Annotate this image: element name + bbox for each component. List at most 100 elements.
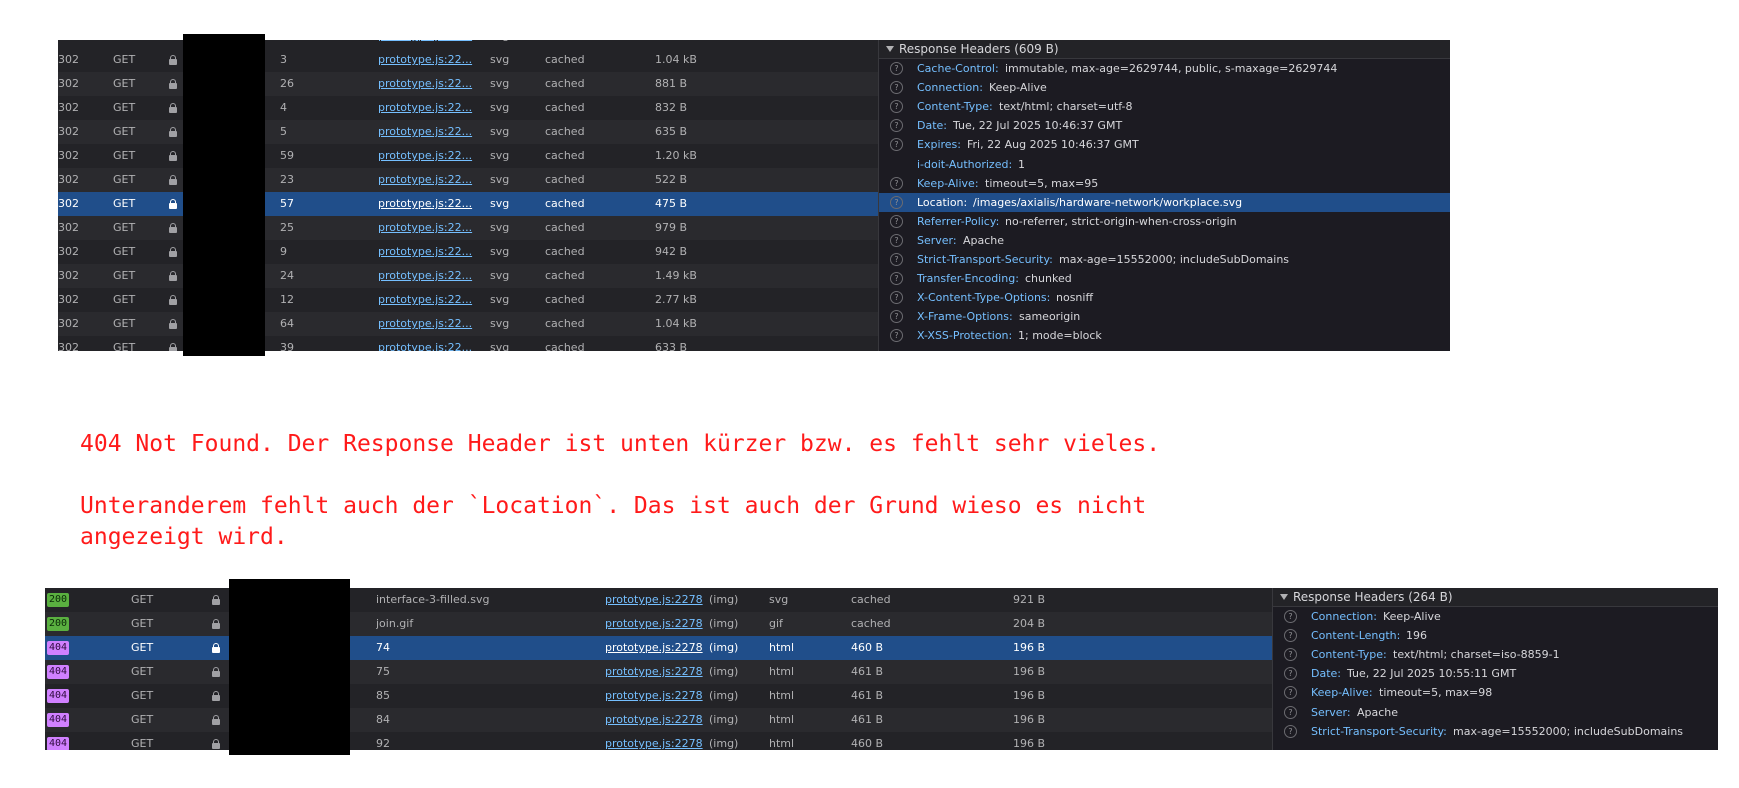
header-row: ? Server: Apache	[879, 231, 1450, 250]
initiator-link[interactable]: prototype.js:22...	[378, 120, 473, 144]
help-icon[interactable]: ?	[890, 138, 903, 152]
type-cell: svg	[490, 173, 510, 186]
lock-body	[169, 323, 177, 329]
header-name: Strict-Transport-Security:	[917, 253, 1053, 266]
lock-body	[212, 647, 220, 653]
caret-down-icon	[886, 46, 894, 52]
table-row[interactable]: 302 GET 26 prototype.js:22... svg cached 881 B	[58, 72, 878, 96]
transferred-cell: cached	[545, 125, 585, 138]
header-name: i-doit-Authorized:	[917, 157, 1013, 171]
initiator-link[interactable]: prototype.js:22...	[378, 96, 473, 120]
file-cell: interface-3-filled.svg	[376, 593, 490, 606]
transferred-cell: 460 B	[851, 737, 884, 750]
table-row[interactable]: 302 GET 64 prototype.js:22... svg cached 1.04 …	[58, 312, 878, 336]
initiator-link[interactable]: prototype.js:2278	[605, 612, 705, 636]
header-name: Content-Type:	[1311, 648, 1387, 662]
help-icon[interactable]: ?	[890, 253, 903, 266]
initiator-link[interactable]: prototype.js:22...	[378, 48, 473, 72]
help-icon[interactable]: ?	[1284, 705, 1297, 719]
help-icon[interactable]: ?	[890, 329, 903, 343]
file-cell: 12	[280, 293, 294, 306]
header-row: ? Connection: Keep-Alive	[879, 78, 1450, 97]
table-row[interactable]: 302 GET 39 prototype.js:22... svg cached 633 B	[58, 336, 878, 351]
response-headers-toggle[interactable]: Response Headers (609 B)	[879, 40, 1450, 59]
status-code: 302	[58, 197, 79, 210]
type-cell: svg	[490, 101, 510, 114]
initiator-link[interactable]: prototype.js:22...	[378, 312, 473, 336]
help-icon[interactable]: ?	[890, 214, 903, 228]
method-cell: GET	[113, 341, 136, 351]
help-icon[interactable]: ?	[1284, 724, 1297, 738]
help-icon[interactable]: ?	[890, 62, 903, 75]
table-row[interactable]: 302 GET 23 prototype.js:22... svg cached 522 B	[58, 168, 878, 192]
lock-body	[169, 347, 177, 351]
size-cell: 979 B	[655, 221, 688, 234]
help-icon[interactable]: ?	[890, 272, 903, 286]
table-row[interactable]: prototype.js:22... svg	[58, 40, 878, 48]
table-row[interactable]: 302 GET 12 prototype.js:22... svg cached 2.77 …	[58, 288, 878, 312]
initiator-link[interactable]: prototype.js:22...	[378, 288, 473, 312]
table-row[interactable]: 302 GET 24 prototype.js:22... svg cached 1.49 …	[58, 264, 878, 288]
initiator-link[interactable]: prototype.js:2278	[605, 708, 705, 732]
header-name: Strict-Transport-Security:	[1311, 724, 1447, 738]
initiator-link[interactable]: prototype.js:2278	[605, 684, 705, 708]
header-row: ? Content-Type: text/html; charset=iso-885…	[1273, 645, 1718, 664]
table-row[interactable]: 302 GET 9 prototype.js:22... svg cached 942 B	[58, 240, 878, 264]
initiator-link[interactable]: prototype.js:22...	[378, 216, 473, 240]
initiator-link[interactable]: prototype.js:22...	[378, 144, 473, 168]
table-row[interactable]: 302 GET 4 prototype.js:22... svg cached 832 B	[58, 96, 878, 120]
header-value: Fri, 22 Aug 2025 10:46:37 GMT	[967, 138, 1139, 152]
lock-icon	[169, 103, 177, 113]
lock-body	[169, 131, 177, 137]
help-icon[interactable]: ?	[890, 176, 903, 190]
response-headers-toggle[interactable]: Response Headers (264 B)	[1273, 588, 1718, 607]
lock-body	[212, 623, 220, 629]
lock-icon	[169, 223, 177, 233]
table-row[interactable]: 302 GET 59 prototype.js:22... svg cached 1.20 …	[58, 144, 878, 168]
initiator-link[interactable]: prototype.js:2278	[605, 636, 705, 660]
lock-body	[212, 599, 220, 605]
initiator-link[interactable]: prototype.js:22...	[378, 192, 473, 216]
transferred-cell: cached	[545, 341, 585, 351]
help-icon[interactable]: ?	[1284, 610, 1297, 623]
initiator-link[interactable]: prototype.js:22...	[378, 168, 473, 192]
table-row[interactable]: 302 GET 25 prototype.js:22... svg cached 979 B	[58, 216, 878, 240]
lock-icon	[169, 319, 177, 329]
table-row[interactable]: 302 GET 3 prototype.js:22... svg cached 1.04 k…	[58, 48, 878, 72]
help-icon[interactable]: ?	[1284, 629, 1297, 643]
initiator-link[interactable]: prototype.js:2278	[605, 660, 705, 684]
table-row[interactable]: 302 GET 57 prototype.js:22... svg cached 475 B	[58, 192, 878, 216]
initiator-link[interactable]: prototype.js:22...	[378, 72, 473, 96]
size-cell: 196 B	[1013, 737, 1046, 750]
file-cell: 24	[280, 269, 294, 282]
initiator-link[interactable]: prototype.js:22...	[378, 40, 473, 48]
help-icon[interactable]: ?	[890, 119, 903, 133]
redaction-block	[229, 579, 350, 755]
help-icon[interactable]: ?	[890, 100, 903, 114]
initiator-link[interactable]: prototype.js:22...	[378, 240, 473, 264]
header-name: Referrer-Policy:	[917, 214, 1000, 228]
help-icon[interactable]: ?	[1284, 667, 1297, 681]
header-row: ? Server: Apache	[1273, 703, 1718, 722]
lock-icon	[169, 127, 177, 137]
initiator-link[interactable]: prototype.js:22...	[378, 264, 473, 288]
help-icon[interactable]: ?	[890, 310, 903, 324]
help-icon[interactable]: ?	[1284, 648, 1297, 662]
help-icon[interactable]: ?	[890, 81, 903, 95]
header-value: nosniff	[1056, 291, 1094, 305]
cause-cell: (img)	[709, 641, 739, 654]
table-row[interactable]: 302 GET 5 prototype.js:22... svg cached 635 B	[58, 120, 878, 144]
initiator-link[interactable]: prototype.js:22...	[378, 336, 473, 351]
initiator-link[interactable]: prototype.js:2278	[605, 732, 705, 750]
status-badge: 404	[47, 665, 70, 679]
help-icon[interactable]: ?	[890, 291, 903, 305]
help-icon[interactable]: ?	[890, 233, 903, 247]
initiator-link[interactable]: prototype.js:2278	[605, 588, 705, 612]
help-icon[interactable]: ?	[1284, 686, 1297, 700]
method-cell: GET	[113, 293, 136, 306]
file-cell: 64	[280, 317, 294, 330]
header-value: 1	[1018, 157, 1025, 171]
help-icon[interactable]: ?	[890, 195, 903, 209]
lock-body	[212, 743, 220, 749]
header-row: ? Connection: Keep-Alive	[1273, 607, 1718, 626]
